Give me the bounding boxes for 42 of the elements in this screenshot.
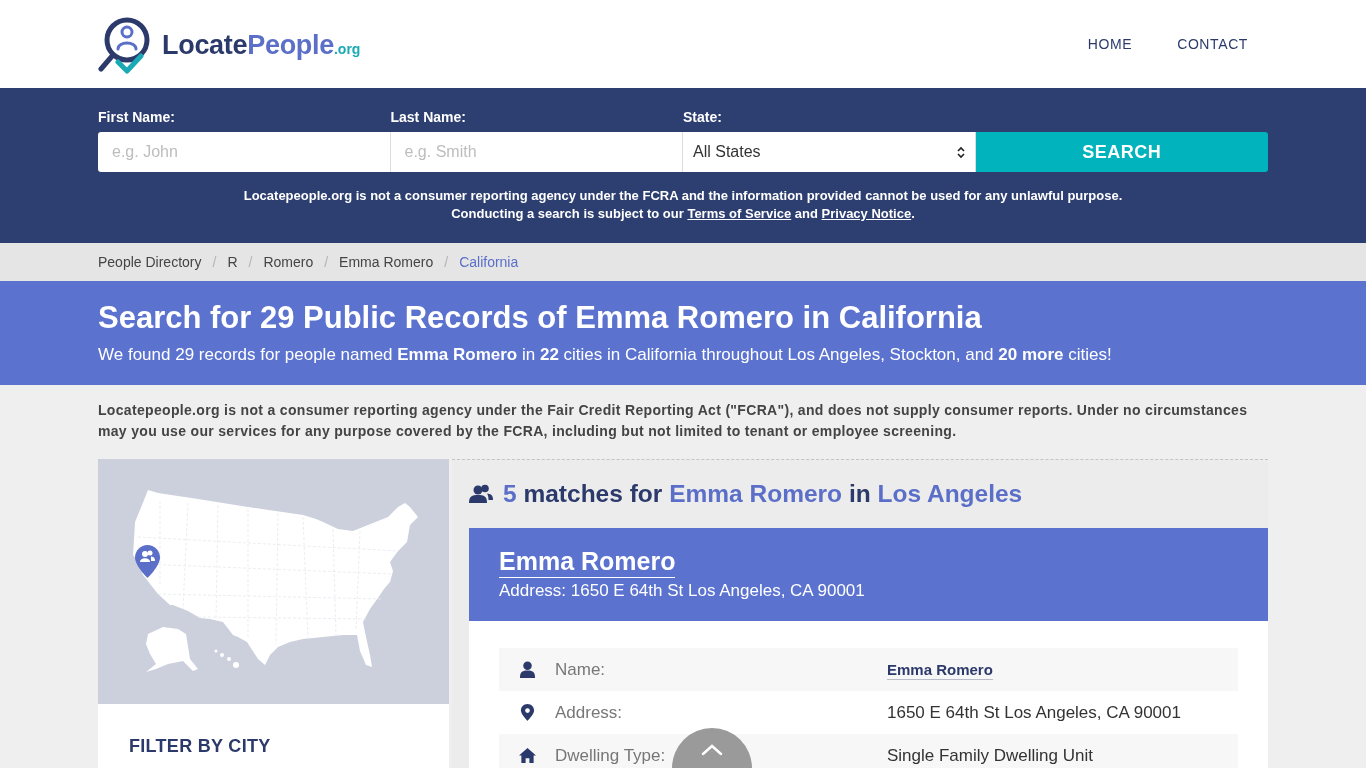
breadcrumb-separator: /	[444, 254, 449, 270]
field-label: First Name:	[98, 108, 176, 127]
fcra-disclaimer: Locatepeople.org is not a consumer reporting agency under the Fair Credit Reporting Act ("FCRA"), and does not supply consumer reports. Under no circumstances may you use our services for any purpose covered by the FCRA, including but not limited to tenant or employee screening.	[98, 401, 1249, 441]
notice-link[interactable]: Terms of Service	[687, 206, 792, 221]
person-icon	[518, 661, 536, 678]
chevron-up-icon	[701, 744, 723, 756]
detail-label: Address:	[555, 702, 623, 723]
location-pin-icon	[518, 704, 536, 721]
field-label: Last Name:	[390, 108, 466, 127]
person-name-link[interactable]: Emma Romero	[499, 546, 676, 578]
logo-icon[interactable]	[98, 16, 152, 74]
select-arrows-icon	[956, 145, 965, 159]
breadcrumb-separator: /	[248, 254, 253, 270]
nav-link[interactable]: CONTACT	[1177, 36, 1248, 52]
detail-label: Name:	[555, 659, 606, 680]
detail-value: Single Family Dwelling Unit	[887, 745, 1093, 766]
state-select[interactable]: All States	[683, 132, 976, 172]
detail-value: 1650 E 64th St Los Angeles, CA 90001	[887, 702, 1181, 723]
breadcrumb-separator: /	[212, 254, 217, 270]
terms-text: Conducting a search is subject to our Terms of Service and Privacy Notice.	[451, 205, 915, 223]
card-address: Address: 1650 E 64th St Los Angeles, CA 90001	[499, 580, 865, 602]
notice-text: Locatepeople.org is not a consumer reporting agency under the FCRA and the information provided cannot be used for any unlawful purpose.	[243, 187, 1123, 205]
home-icon	[518, 747, 536, 764]
page-subtitle: We found 29 records for people named Emma Romero in 22 cities in California throughout Los Angeles, Stockton, and 20 more cities!	[98, 344, 1112, 366]
breadcrumb-link[interactable]: Romero	[263, 254, 314, 270]
filter-title: FILTER BY CITY	[129, 735, 271, 758]
breadcrumb-link[interactable]: Emma Romero	[339, 254, 434, 270]
page-title: Search for 29 Public Records of Emma Romero in California	[98, 299, 982, 337]
detail-label: Dwelling Type:	[555, 745, 666, 766]
name-input-field[interactable]: e.g. Smith	[390, 132, 683, 172]
breadcrumb-link[interactable]: California	[459, 254, 519, 270]
breadcrumb-separator: /	[324, 254, 329, 270]
nav-link[interactable]: HOME	[1087, 36, 1133, 52]
users-icon	[469, 484, 493, 504]
map-pin-icon[interactable]	[135, 545, 160, 578]
breadcrumb-link[interactable]: People Directory	[98, 254, 202, 270]
field-label: State:	[683, 108, 722, 127]
detail-value-link[interactable]: Emma Romero	[887, 659, 993, 680]
breadcrumb-link[interactable]: R	[227, 254, 238, 270]
results-heading: 5 matches for Emma Romero in Los Angeles	[503, 479, 1023, 509]
logo-text[interactable]: LocatePeople.org	[162, 29, 361, 61]
name-input-field[interactable]: e.g. John	[98, 132, 391, 172]
